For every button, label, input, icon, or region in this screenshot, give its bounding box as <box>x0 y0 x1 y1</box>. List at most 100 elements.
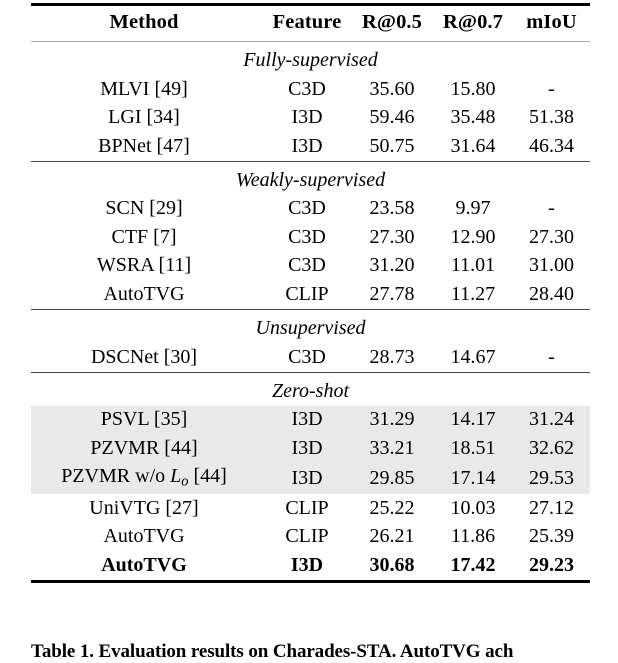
table-row: UniVTG [27] CLIP 25.22 10.03 27.12 <box>31 494 590 523</box>
cell-method: WSRA [11] <box>96 254 192 277</box>
cell-feature: I3D <box>263 462 351 495</box>
cell-miou: 29.53 <box>513 462 590 495</box>
cell-method: AutoTVG <box>103 283 185 306</box>
cell-r05: 28.73 <box>369 345 415 368</box>
cell-feature: CLIP <box>285 496 329 519</box>
cell-method: PZVMR w/o Lo [44] <box>31 462 263 495</box>
cell-r07: 11.86 <box>450 525 496 548</box>
column-header-r07: R@0.7 <box>443 11 503 33</box>
cell-feature: C3D <box>288 345 326 368</box>
cell-miou: - <box>548 77 555 100</box>
table-row: CTF [7] C3D 27.30 12.90 27.30 <box>31 223 590 252</box>
table-row: PSVL [35] I3D 31.29 14.17 31.24 <box>31 405 590 435</box>
cell-r05: 27.30 <box>369 225 415 248</box>
table-caption: Table 1. Evaluation results on Charades-… <box>31 641 514 662</box>
cell-miou: 27.30 <box>529 225 574 248</box>
table-row: SCN [29] C3D 23.58 9.97 - <box>31 195 590 224</box>
cell-r05: 31.29 <box>351 405 433 435</box>
section-label: Weakly-supervised <box>235 168 386 191</box>
cell-r05: 29.85 <box>351 462 433 495</box>
table-row: PZVMR [44] I3D 33.21 18.51 32.62 <box>31 434 590 463</box>
cell-r05: 59.46 <box>369 106 415 129</box>
cell-r05: 35.60 <box>369 77 415 100</box>
cell-feature: I3D <box>290 553 324 576</box>
cell-r05: 23.58 <box>369 197 415 220</box>
table-row: AutoTVG CLIP 26.21 11.86 25.39 <box>31 523 590 552</box>
cell-miou: 31.24 <box>513 405 590 435</box>
cell-feature: I3D <box>263 434 351 463</box>
cell-feature: I3D <box>291 134 323 157</box>
column-header-feature: Feature <box>272 11 342 33</box>
cell-miou: 51.38 <box>529 106 574 129</box>
column-header-r05: R@0.5 <box>362 11 422 33</box>
section-label: Fully-supervised <box>243 49 378 71</box>
table-figure-page: Method Feature R@0.5 R@0.7 mIoU Fully-su… <box>0 0 618 662</box>
table-section-header: Unsupervised <box>31 310 590 343</box>
cell-miou: 25.39 <box>529 525 574 548</box>
cell-method: LGI [34] <box>108 106 180 129</box>
cell-method: BPNet [47] <box>98 134 190 157</box>
cell-feature: C3D <box>288 254 326 277</box>
cell-r07: 11.01 <box>450 254 496 277</box>
cell-miou: 31.00 <box>529 254 574 277</box>
column-header-method: Method <box>109 11 179 33</box>
cell-r07: 14.17 <box>433 405 513 435</box>
cell-feature: I3D <box>291 106 323 129</box>
table-row: PZVMR w/o Lo [44] I3D 29.85 17.14 29.53 <box>31 462 590 495</box>
results-table-container: Method Feature R@0.5 R@0.7 mIoU Fully-su… <box>31 3 590 583</box>
results-table: Method Feature R@0.5 R@0.7 mIoU Fully-su… <box>31 6 590 580</box>
column-header-miou: mIoU <box>526 11 577 33</box>
table-section-header: Fully-supervised <box>31 42 590 75</box>
cell-r07: 17.42 <box>450 553 496 576</box>
cell-miou: 32.62 <box>513 434 590 463</box>
cell-r07: 17.14 <box>433 462 513 495</box>
cell-feature: C3D <box>288 197 326 220</box>
cell-r05: 33.21 <box>351 434 433 463</box>
cell-r07: 31.64 <box>450 134 496 157</box>
cell-r05: 30.68 <box>369 553 415 576</box>
table-row: BPNet [47] I3D 50.75 31.64 46.34 <box>31 132 590 161</box>
table-header: Method Feature R@0.5 R@0.7 mIoU <box>31 6 590 42</box>
cell-miou: - <box>548 197 555 220</box>
cell-r07: 18.51 <box>433 434 513 463</box>
cell-feature: CLIP <box>285 525 329 548</box>
cell-feature: C3D <box>288 225 326 248</box>
cell-r07: 9.97 <box>455 197 491 220</box>
table-row: DSCNet [30] C3D 28.73 14.67 - <box>31 343 590 372</box>
cell-method: AutoTVG <box>103 525 185 548</box>
table-row: AutoTVG CLIP 27.78 11.27 28.40 <box>31 281 590 310</box>
table-section-header: Weakly-supervised <box>31 162 590 195</box>
cell-r05: 25.22 <box>369 496 415 519</box>
cell-feature: C3D <box>288 77 326 100</box>
cell-miou: - <box>548 345 555 368</box>
cell-method: DSCNet [30] <box>90 345 198 368</box>
table-header-row: Method Feature R@0.5 R@0.7 mIoU <box>31 6 590 42</box>
cell-r07: 12.90 <box>450 225 496 248</box>
cell-r05: 50.75 <box>369 134 415 157</box>
cell-method: UniVTG [27] <box>89 496 199 519</box>
cell-r07: 10.03 <box>450 496 496 519</box>
cell-method: PZVMR [44] <box>31 434 263 463</box>
table-bottom-rule <box>31 580 590 583</box>
cell-method: PSVL [35] <box>31 405 263 435</box>
cell-r05: 26.21 <box>369 525 415 548</box>
cell-method: MLVI [49] <box>100 77 188 100</box>
cell-feature: CLIP <box>285 283 329 306</box>
table-row: AutoTVG I3D 30.68 17.42 29.23 <box>31 551 590 580</box>
cell-method: SCN [29] <box>105 197 183 220</box>
cell-r07: 14.67 <box>450 345 496 368</box>
cell-miou: 29.23 <box>529 553 574 576</box>
cell-r05: 31.20 <box>369 254 415 277</box>
table-row: WSRA [11] C3D 31.20 11.01 31.00 <box>31 252 590 281</box>
section-label: Zero-shot <box>271 379 350 402</box>
table-body: Fully-supervised MLVI [49] C3D 35.60 15.80 - L… <box>31 42 590 580</box>
cell-feature: I3D <box>263 405 351 435</box>
cell-r07: 11.27 <box>450 283 496 306</box>
cell-miou: 28.40 <box>529 283 574 306</box>
cell-r07: 15.80 <box>450 77 496 100</box>
table-row: LGI [34] I3D 59.46 35.48 51.38 <box>31 104 590 133</box>
cell-miou: 27.12 <box>529 496 574 519</box>
cell-method: AutoTVG <box>101 553 187 576</box>
cell-method: CTF [7] <box>111 225 177 248</box>
table-section-header: Zero-shot <box>31 373 590 406</box>
